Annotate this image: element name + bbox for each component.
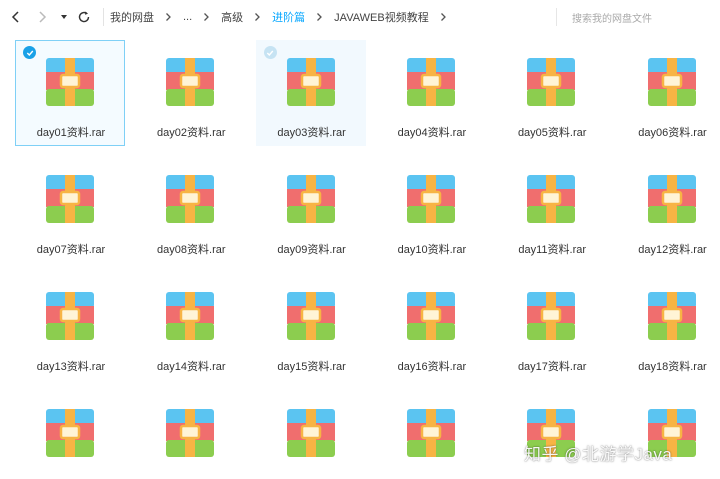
file-item[interactable]: day05资料.rar (496, 40, 606, 146)
file-name: day15资料.rar (277, 361, 346, 373)
rar-archive-icon (166, 58, 215, 106)
forward-button[interactable] (31, 6, 53, 28)
rar-archive-icon (406, 409, 455, 457)
file-name: day17资料.rar (517, 361, 587, 373)
rar-archive-icon (286, 58, 335, 106)
rar-archive-icon (286, 175, 335, 223)
chevron-left-icon (11, 11, 19, 23)
rar-archive-icon (46, 292, 94, 340)
search-input[interactable]: 搜索我的网盘文件 (562, 6, 712, 28)
file-item[interactable]: day11资料.rar (496, 157, 606, 263)
file-name: day01资料.rar (36, 127, 106, 139)
rar-archive-icon (166, 175, 215, 223)
rar-archive-icon (46, 58, 94, 106)
file-item[interactable]: day08资料.rar (135, 157, 245, 263)
rar-archive-icon (527, 292, 576, 340)
history-dropdown-button[interactable] (53, 6, 75, 28)
file-item[interactable]: day10资料.rar (376, 157, 486, 263)
file-item[interactable] (256, 391, 366, 479)
file-item[interactable] (376, 391, 486, 479)
rar-archive-icon (286, 292, 335, 340)
file-name: day08资料.rar (157, 244, 226, 256)
file-item[interactable]: day18资料.rar (617, 274, 720, 380)
refresh-icon (78, 11, 90, 23)
breadcrumb-item-root[interactable]: 我的网盘 (110, 9, 154, 25)
rar-archive-icon (527, 175, 576, 223)
breadcrumb-item-intermediate[interactable]: 进阶篇 (272, 9, 305, 25)
file-name: day09资料.rar (277, 244, 346, 256)
breadcrumb-item-current-folder[interactable]: JAVAWEB视频教程 (334, 9, 429, 25)
file-name: day04资料.rar (397, 127, 467, 139)
file-item[interactable] (15, 391, 125, 479)
file-item[interactable]: day12资料.rar (617, 157, 720, 263)
breadcrumb-item-ellipsis[interactable]: ... (183, 11, 192, 23)
file-item[interactable]: day16资料.rar (376, 274, 486, 380)
select-checkbox[interactable] (23, 46, 36, 59)
rar-archive-icon (46, 409, 94, 457)
chevron-right-icon (316, 12, 323, 22)
select-checkbox[interactable] (263, 46, 277, 59)
chevron-right-icon (254, 12, 261, 22)
file-name: day18资料.rar (638, 361, 707, 373)
file-name: day05资料.rar (517, 127, 587, 139)
rar-archive-icon (166, 409, 215, 457)
rar-archive-icon (46, 175, 94, 223)
file-item[interactable]: day04资料.rar (376, 40, 486, 146)
rar-archive-icon (286, 409, 335, 457)
rar-archive-icon (166, 292, 215, 340)
file-name: day16资料.rar (397, 361, 467, 373)
file-name: day02资料.rar (157, 127, 226, 139)
file-item[interactable]: day02资料.rar (135, 40, 245, 146)
search-divider (556, 8, 557, 26)
rar-archive-icon (527, 58, 576, 106)
file-item[interactable] (617, 391, 720, 479)
breadcrumb: 我的网盘 ... 高级 进阶篇 JAVAWEB视频教程 (110, 9, 458, 25)
file-name: day07资料.rar (36, 244, 106, 256)
file-item[interactable]: day15资料.rar (256, 274, 366, 380)
file-item[interactable]: day09资料.rar (256, 157, 366, 263)
back-button[interactable] (5, 6, 27, 28)
toolbar: 我的网盘 ... 高级 进阶篇 JAVAWEB视频教程 搜索我的网盘文件 (0, 0, 720, 34)
chevron-right-icon (165, 12, 172, 22)
file-name: day12资料.rar (638, 244, 707, 256)
chevron-right-icon (440, 12, 447, 22)
file-item[interactable]: day01资料.rar (15, 40, 125, 146)
watermark-text: 知乎 @北游学Java (524, 445, 673, 464)
file-name: day10资料.rar (397, 244, 467, 256)
check-icon (26, 50, 33, 56)
file-item[interactable]: day13资料.rar (15, 274, 125, 380)
caret-down-icon (61, 15, 67, 19)
toolbar-divider (103, 8, 104, 26)
rar-archive-icon (647, 58, 696, 106)
rar-archive-icon (406, 175, 455, 223)
file-item[interactable]: day07资料.rar (15, 157, 125, 263)
file-name: day06资料.rar (638, 127, 707, 139)
file-name: day13资料.rar (36, 361, 106, 373)
file-item[interactable] (496, 391, 606, 479)
file-item[interactable]: day17资料.rar (496, 274, 606, 380)
rar-archive-icon (406, 292, 455, 340)
file-item[interactable] (135, 391, 245, 479)
file-name: day03资料.rar (277, 127, 346, 139)
rar-archive-icon (647, 175, 696, 223)
rar-archive-icon (647, 292, 696, 340)
chevron-right-icon (39, 11, 47, 23)
file-grid: day01资料.rar day02资料.rar day03资料.rar day04资料… (9, 40, 720, 479)
check-icon (266, 50, 274, 56)
rar-archive-icon (406, 58, 455, 106)
chevron-right-icon (203, 12, 210, 22)
breadcrumb-item-advanced[interactable]: 高级 (221, 9, 243, 25)
file-name: day14资料.rar (157, 361, 226, 373)
file-item[interactable]: day06资料.rar (617, 40, 720, 146)
file-name: day11资料.rar (518, 244, 587, 256)
file-item[interactable]: day14资料.rar (135, 274, 245, 380)
refresh-button[interactable] (73, 6, 95, 28)
file-item[interactable]: day03资料.rar (255, 40, 366, 146)
